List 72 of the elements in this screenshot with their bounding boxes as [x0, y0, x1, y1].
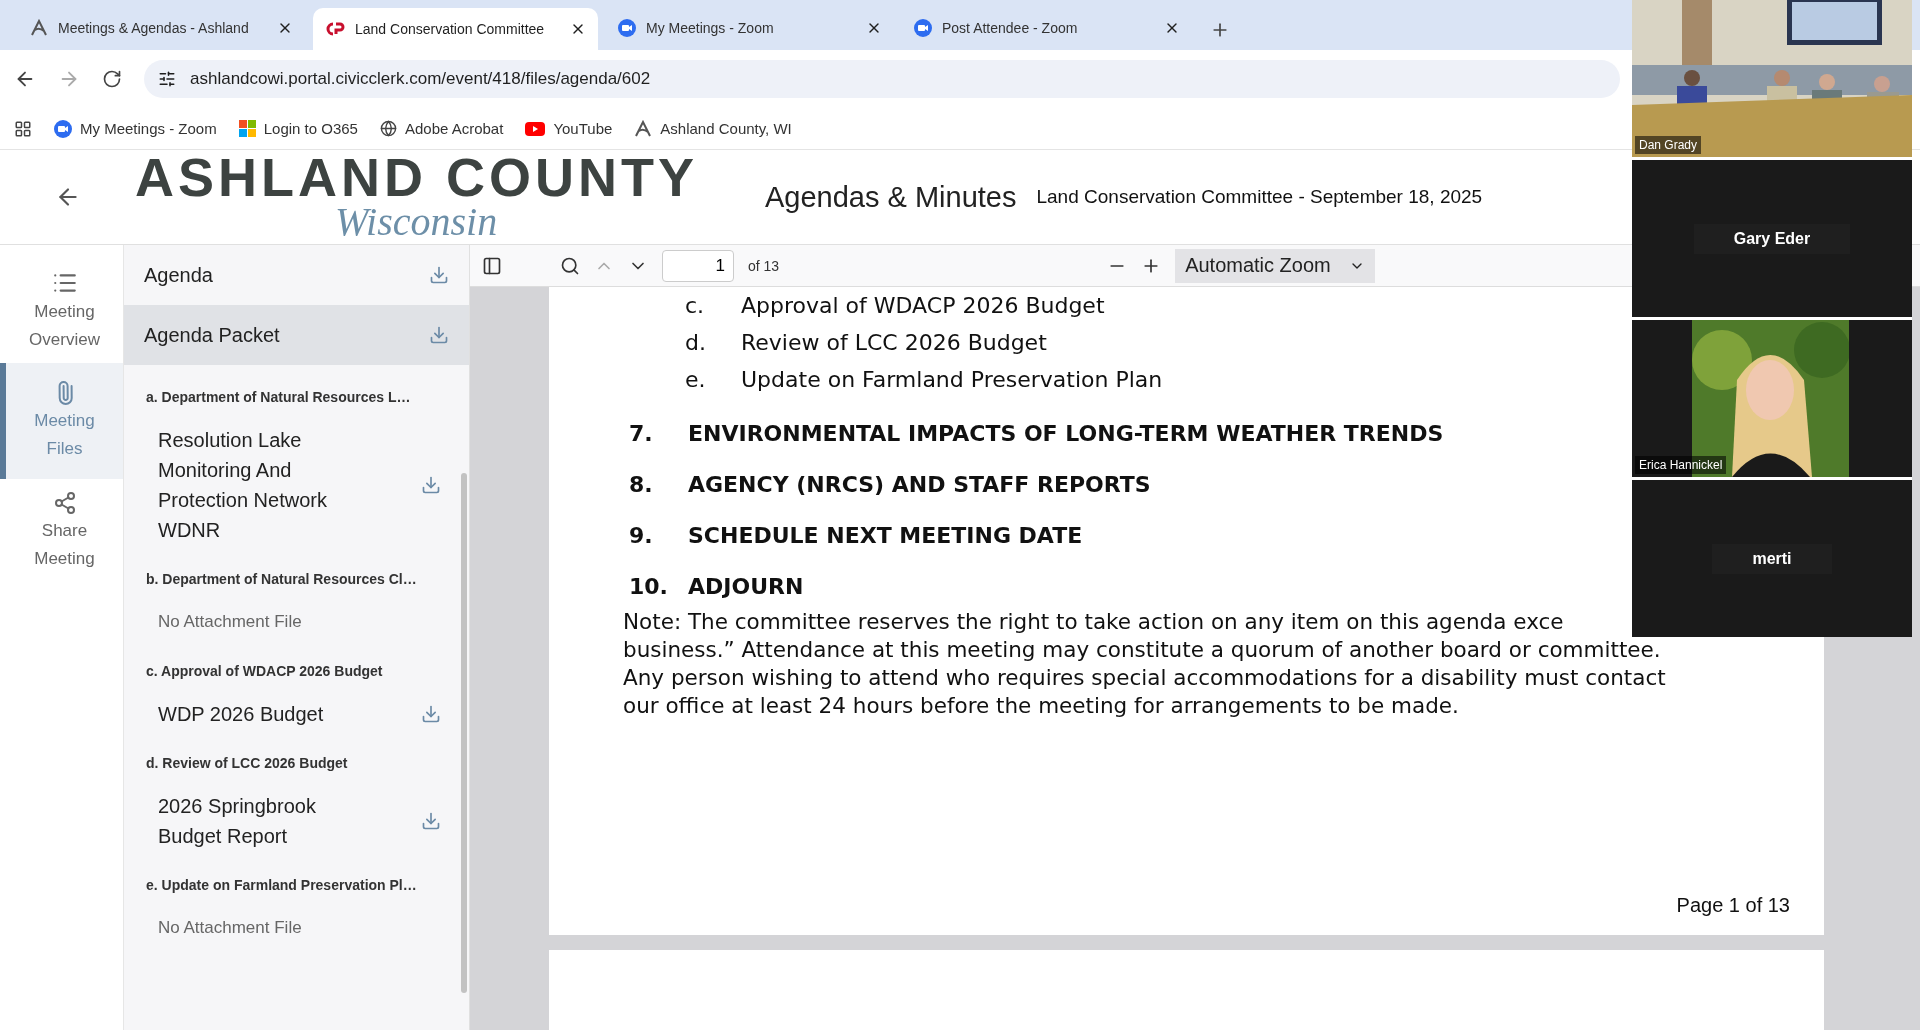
- page-count-text: of 13: [748, 257, 780, 274]
- page-number-field[interactable]: 1: [662, 249, 734, 282]
- empty-file-text: No Attachment File: [158, 917, 303, 939]
- agenda-item-title: ENVIRONMENTAL IMPACTS OF LONG-TERM WEATHER TRENDS: [688, 421, 1444, 446]
- logo-icon: [325, 22, 345, 36]
- apps-icon[interactable]: [14, 119, 32, 138]
- mountain-logo-icon: [30, 19, 48, 37]
- download-icon[interactable]: [421, 704, 441, 724]
- reload-icon[interactable]: [102, 69, 122, 89]
- browser-tab[interactable]: Post Attendee - Zoom: [902, 8, 1192, 48]
- list-letter: e.: [685, 367, 707, 392]
- bookmark-link[interactable]: Adobe Acrobat: [379, 120, 504, 137]
- agenda-item-heading: a. Department of Natural Resources L…: [146, 389, 412, 405]
- address-bar[interactable]: ashlandcowi.portal.civicclerk.com/event/418/files/agenda/602: [144, 60, 1620, 98]
- download-icon[interactable]: [421, 811, 441, 831]
- agenda-item-title: SCHEDULE NEXT MEETING DATE: [688, 523, 1083, 548]
- agenda-item-heading: b. Department of Natural Resources Cl…: [146, 571, 418, 587]
- download-icon[interactable]: [429, 325, 449, 345]
- section-title: Agendas & Minutes: [765, 180, 1017, 214]
- zoom-dropdown[interactable]: Automatic Zoom: [1175, 248, 1376, 283]
- note-text: business.” Attendance at this meeting may constitute a quorum of another board or committee.: [622, 636, 1662, 664]
- document-row[interactable]: Agenda Packet: [124, 305, 469, 365]
- agenda-subitem: Update on Farmland Preservation Plan: [741, 367, 1163, 392]
- download-icon[interactable]: [421, 475, 441, 495]
- participant-name: Gary Eder: [1693, 223, 1851, 254]
- page-footer: Page 1 of 13: [1676, 894, 1790, 917]
- share-icon: [52, 491, 77, 515]
- item-number: 10.: [629, 574, 669, 599]
- windows-logo-icon: [238, 120, 256, 137]
- agenda-item-heading: d. Review of LCC 2026 Budget: [146, 755, 349, 771]
- logo-text: ASHLAND COUNTY: [135, 152, 698, 202]
- youtube-logo-icon: [525, 121, 546, 136]
- item-number: 7.: [629, 421, 654, 446]
- zoom-logo-icon: [618, 19, 636, 37]
- search-icon[interactable]: [560, 255, 580, 276]
- agenda-item-heading: c. Approval of WDACP 2026 Budget: [146, 663, 384, 679]
- logo-script-text: Wisconsin: [335, 202, 498, 242]
- agenda-subitem: Review of LCC 2026 Budget: [741, 330, 1047, 355]
- agenda-item-heading: e. Update on Farmland Preservation Pl…: [146, 877, 418, 893]
- browser-tab[interactable]: My Meetings - Zoom: [606, 8, 894, 48]
- bookmark-link[interactable]: Login to O365: [238, 120, 358, 137]
- item-number: 8.: [629, 472, 654, 497]
- zoom-logo-icon: [54, 119, 72, 138]
- site-settings-icon[interactable]: [158, 70, 176, 88]
- note-text: Note: The committee reserves the right to take action on any item on this agenda exce: [622, 608, 1565, 636]
- empty-file-text: No Attachment File: [158, 611, 303, 633]
- bookmark-link[interactable]: My Meetings - Zoom: [54, 119, 217, 138]
- agenda-item-title: AGENCY (NRCS) AND STAFF REPORTS: [688, 472, 1151, 497]
- globe-icon: [379, 120, 397, 137]
- download-icon[interactable]: [429, 265, 449, 285]
- zoom-logo-icon: [914, 19, 932, 37]
- file-link[interactable]: Resolution Lake Monitoring And Protection Network WDNR: [158, 425, 348, 545]
- note-text: our office at least 24 hours before the meeting for arrangements to be made.: [622, 692, 1460, 720]
- browser-tab[interactable]: Land Conservation Committee: [313, 8, 598, 50]
- file-link[interactable]: 2026 Springbrook Budget Report: [158, 791, 348, 851]
- agenda-item-title: ADJOURN: [688, 574, 804, 599]
- list-letter: d.: [685, 330, 707, 355]
- note-text: Any person wishing to attend who requires special accommodations for a disability must contact: [622, 664, 1667, 692]
- meeting-title: Land Conservation Committee - September 18, 2025: [1036, 186, 1483, 208]
- mountain-logo-icon: [634, 119, 653, 138]
- participant-name: merti: [1712, 543, 1832, 574]
- scrollbar-thumb[interactable]: [461, 473, 467, 993]
- item-number: 9.: [629, 523, 654, 548]
- agenda-subitem: Approval of WDACP 2026 Budget: [741, 293, 1105, 318]
- sidebar-toggle-icon[interactable]: [482, 255, 502, 276]
- participant-name: Erica Hannickel: [1635, 456, 1727, 474]
- bookmark-link[interactable]: Ashland County, WI: [634, 119, 792, 138]
- file-link[interactable]: WDP 2026 Budget: [158, 699, 348, 729]
- list-letter: c.: [685, 293, 706, 318]
- browser-tab[interactable]: Meetings & Agendas - Ashland: [18, 8, 305, 48]
- bookmark-link[interactable]: YouTube: [525, 120, 613, 137]
- participant-name: Dan Grady: [1635, 136, 1702, 154]
